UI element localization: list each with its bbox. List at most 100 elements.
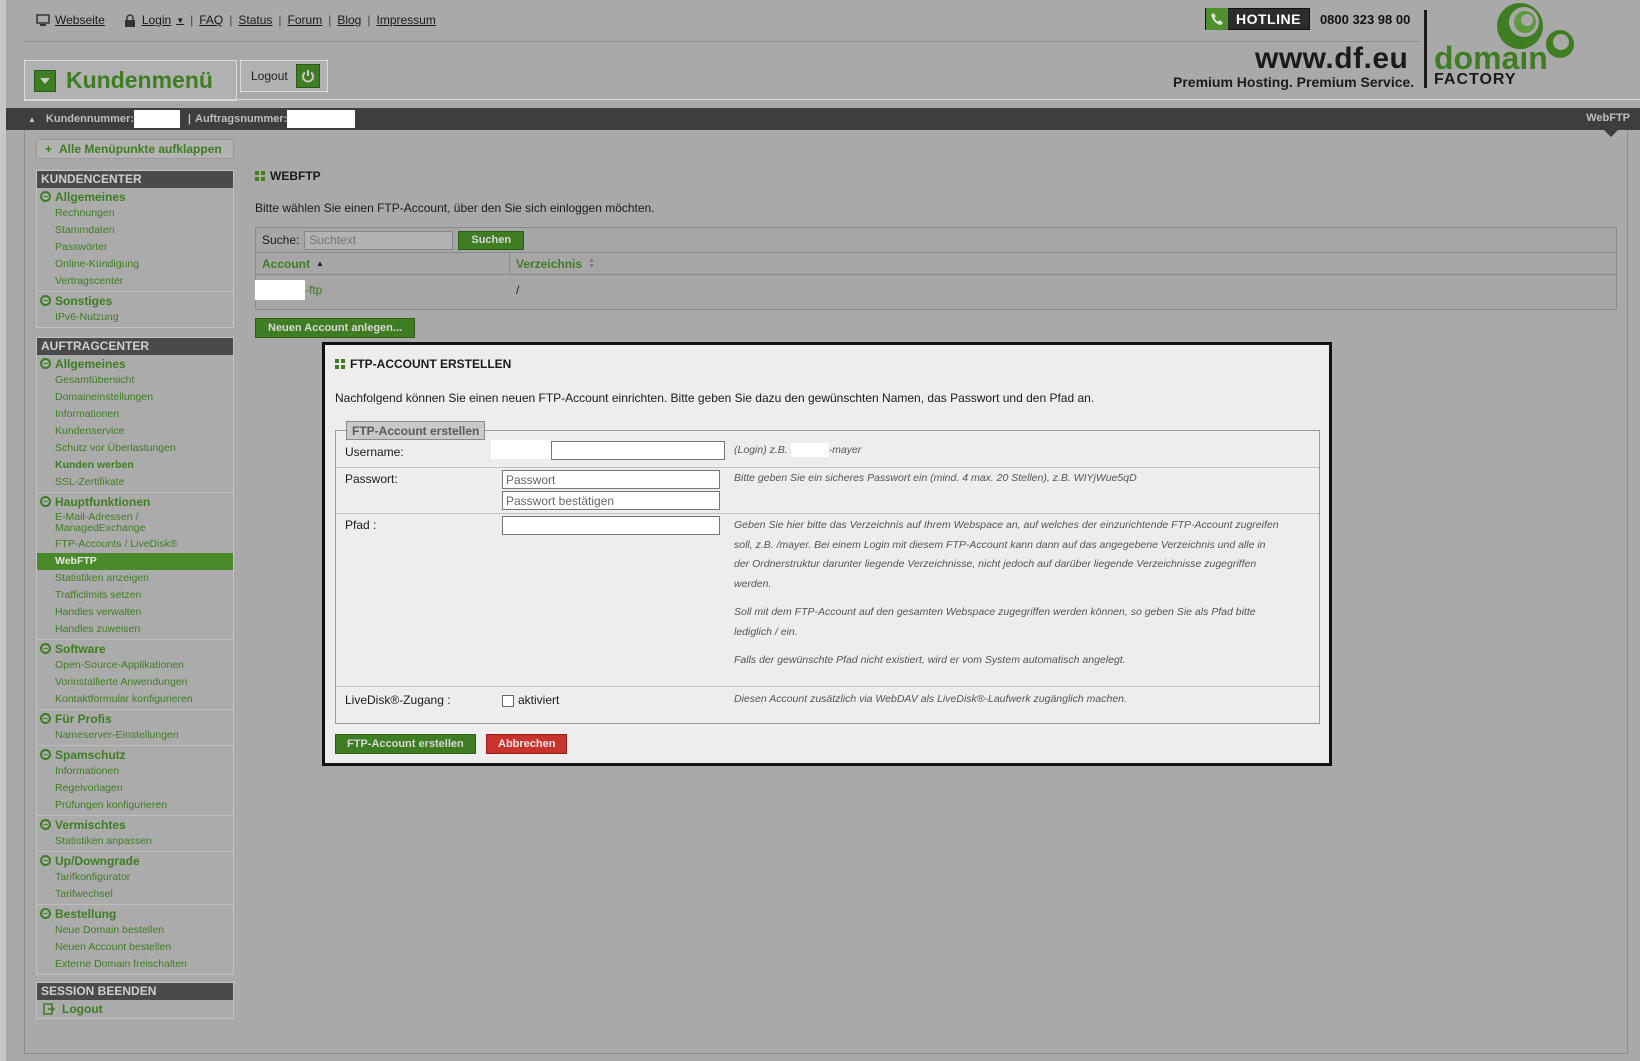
nav-webseite[interactable]: Webseite bbox=[36, 13, 105, 27]
sidebar-item-trafficlimits[interactable]: Trafficlimits setzen bbox=[37, 587, 233, 604]
sidebar-item-kontaktformular[interactable]: Kontaktformular konfigurieren bbox=[37, 691, 233, 708]
grid-icon bbox=[255, 171, 265, 181]
grid-icon bbox=[335, 359, 345, 369]
livedisk-hint: Diesen Account zusätzlich via WebDAV als… bbox=[734, 693, 1127, 705]
sort-icon: ▲ ▼ bbox=[588, 256, 595, 270]
column-header-verzeichnis[interactable]: Verzeichnis ▲ ▼ bbox=[510, 253, 595, 274]
sidebar-item-online-kuendigung[interactable]: Online-Kündigung bbox=[37, 256, 233, 273]
sidebar-item-tarifkonfigurator[interactable]: Tarifkonfigurator bbox=[37, 869, 233, 886]
sidebar-item-nameserver[interactable]: Nameserver-Einstellungen bbox=[37, 727, 233, 744]
plus-icon: + bbox=[45, 142, 53, 156]
sidebar-section-title: KUNDENCENTER bbox=[37, 171, 233, 188]
sidebar-item-gesamtuebersicht[interactable]: Gesamtübersicht bbox=[37, 372, 233, 389]
sidebar-item-informationen[interactable]: Informationen bbox=[37, 406, 233, 423]
nav-separator: | bbox=[190, 13, 194, 27]
new-account-button[interactable]: Neuen Account anlegen... bbox=[255, 318, 416, 338]
sidebar-item-handles-zuweisen[interactable]: Handles zuweisen bbox=[37, 621, 233, 638]
column-header-account[interactable]: Account ▲ bbox=[256, 253, 510, 274]
sidebar-item-tarifwechsel[interactable]: Tarifwechsel bbox=[37, 886, 233, 903]
sidebar-group-toggle[interactable]: – Allgemeines bbox=[37, 188, 233, 205]
sidebar-group-toggle[interactable]: – Spamschutz bbox=[37, 746, 233, 763]
sidebar-item-externe-domain[interactable]: Externe Domain freischalten bbox=[37, 956, 233, 973]
sidebar-logout[interactable]: Logout bbox=[37, 1000, 233, 1018]
sidebar-group-toggle[interactable]: – Sonstiges bbox=[37, 292, 233, 309]
sidebar-item-rechnungen[interactable]: Rechnungen bbox=[37, 205, 233, 222]
sidebar-item-ftp-accounts[interactable]: FTP-Accounts / LiveDisk® bbox=[37, 536, 233, 553]
sidebar-group: – Up/Downgrade Tarifkonfigurator Tarifwec… bbox=[37, 852, 233, 905]
sidebar-item-ssl-zertifikate[interactable]: SSL-Zertifikate bbox=[37, 474, 233, 491]
kundenmenu-toggle[interactable]: Kundenmenü bbox=[24, 60, 237, 101]
hotline: HOTLINE 0800 323 98 00 bbox=[1205, 8, 1410, 30]
chevron-down-icon: ▼ bbox=[176, 15, 185, 25]
nav-forum[interactable]: Forum bbox=[288, 13, 323, 27]
sidebar-item-regelvorlagen[interactable]: Regelvorlagen bbox=[37, 780, 233, 797]
nav-separator: | bbox=[229, 13, 233, 27]
account-cell[interactable]: -ftp bbox=[255, 280, 510, 300]
minus-circle-icon: – bbox=[40, 855, 51, 866]
minus-circle-icon: – bbox=[40, 496, 51, 507]
brand-url: www.df.eu bbox=[1255, 42, 1409, 75]
password-confirm-input[interactable] bbox=[502, 491, 720, 510]
table-row[interactable]: -ftp / bbox=[255, 275, 1616, 305]
sidebar-kundencenter: KUNDENCENTER – Allgemeines Rechnungen Sta… bbox=[36, 170, 234, 328]
expand-all-menu-button[interactable]: + Alle Menüpunkte aufklappen bbox=[36, 139, 234, 159]
sidebar-item-neue-domain[interactable]: Neue Domain bestellen bbox=[37, 922, 233, 939]
sidebar-section-title: AUFTRAGCENTER bbox=[37, 338, 233, 355]
logout-button[interactable]: Logout bbox=[240, 60, 328, 92]
sidebar-group: – Für Profis Nameserver-Einstellungen bbox=[37, 710, 233, 746]
sidebar-item-open-source[interactable]: Open-Source-Applikationen bbox=[37, 657, 233, 674]
top-navigation: Webseite Login ▼ | FAQ | Status | Forum … bbox=[36, 10, 436, 30]
monitor-icon bbox=[36, 13, 50, 26]
search-input[interactable] bbox=[304, 230, 454, 250]
minus-circle-icon: – bbox=[40, 749, 51, 760]
sidebar-item-spam-informationen[interactable]: Informationen bbox=[37, 763, 233, 780]
sidebar-group-toggle[interactable]: – Bestellung bbox=[37, 905, 233, 922]
window-left-edge bbox=[0, 0, 6, 1061]
sidebar-group-toggle[interactable]: – Vermischtes bbox=[37, 816, 233, 833]
sidebar-item-statistiken[interactable]: Statistiken anzeigen bbox=[37, 570, 233, 587]
sidebar-group-toggle[interactable]: – Software bbox=[37, 640, 233, 657]
sidebar-item-ueberlastungsschutz[interactable]: Schutz vor Überlastungen bbox=[37, 440, 233, 457]
directory-cell: / bbox=[516, 283, 520, 297]
divider bbox=[24, 99, 1640, 100]
sidebar-item-neuer-account[interactable]: Neuen Account bestellen bbox=[37, 939, 233, 956]
sidebar-item-vertragscenter[interactable]: Vertragscenter bbox=[37, 273, 233, 290]
sidebar-item-passwoerter[interactable]: Passwörter bbox=[37, 239, 233, 256]
sidebar-item-ipv6[interactable]: IPv6-Nutzung bbox=[37, 309, 233, 326]
cancel-button[interactable]: Abbrechen bbox=[486, 734, 568, 754]
nav-login[interactable]: Login ▼ bbox=[123, 13, 184, 27]
sidebar-item-kunden-werben[interactable]: Kunden werben bbox=[37, 457, 233, 474]
kundennummer-label: Kundennummer: bbox=[45, 113, 134, 125]
sidebar-item-pruefungen[interactable]: Prüfungen konfigurieren bbox=[37, 797, 233, 814]
sidebar-group-toggle[interactable]: – Für Profis bbox=[37, 710, 233, 727]
sidebar-item-statistiken-anpassen[interactable]: Statistiken anpassen bbox=[37, 833, 233, 850]
create-ftp-account-button[interactable]: FTP-Account erstellen bbox=[335, 734, 476, 754]
livedisk-checkbox-label[interactable]: aktiviert bbox=[518, 693, 559, 707]
sidebar-group-toggle[interactable]: – Up/Downgrade bbox=[37, 852, 233, 869]
nav-impressum[interactable]: Impressum bbox=[376, 13, 435, 27]
sidebar-item-domaineinstellungen[interactable]: Domaineinstellungen bbox=[37, 389, 233, 406]
sidebar-item-handles-verwalten[interactable]: Handles verwalten bbox=[37, 604, 233, 621]
sidebar-item-vorinstalliert[interactable]: Vorinstallierte Anwendungen bbox=[37, 674, 233, 691]
minus-circle-icon: – bbox=[40, 295, 51, 306]
search-label: Suche: bbox=[262, 233, 300, 247]
sidebar-item-kundenservice[interactable]: Kundenservice bbox=[37, 423, 233, 440]
nav-status[interactable]: Status bbox=[238, 13, 272, 27]
minus-circle-icon: – bbox=[40, 643, 51, 654]
nav-faq[interactable]: FAQ bbox=[199, 13, 223, 27]
sidebar-item-stammdaten[interactable]: Stammdaten bbox=[37, 222, 233, 239]
chevron-up-icon[interactable]: ▲ bbox=[28, 115, 36, 124]
sidebar-item-email-adressen[interactable]: E-Mail-Adressen / ManagedExchange bbox=[37, 510, 157, 536]
search-button[interactable]: Suchen bbox=[458, 230, 525, 250]
password-row: Passwort: Bitte geben Sie ein sicheres P… bbox=[336, 468, 1319, 514]
sidebar-item-webftp[interactable]: WebFTP bbox=[37, 553, 233, 570]
sidebar-group-toggle[interactable]: – Hauptfunktionen bbox=[37, 493, 233, 510]
page-intro: Bitte wählen Sie einen FTP-Account, über… bbox=[255, 201, 655, 215]
sidebar-group-toggle[interactable]: – Allgemeines bbox=[37, 355, 233, 372]
username-input[interactable] bbox=[551, 441, 725, 460]
path-input[interactable] bbox=[502, 516, 720, 535]
nav-blog[interactable]: Blog bbox=[337, 13, 361, 27]
phone-icon bbox=[1206, 8, 1228, 30]
password-input[interactable] bbox=[502, 470, 720, 489]
livedisk-checkbox[interactable] bbox=[502, 695, 514, 707]
